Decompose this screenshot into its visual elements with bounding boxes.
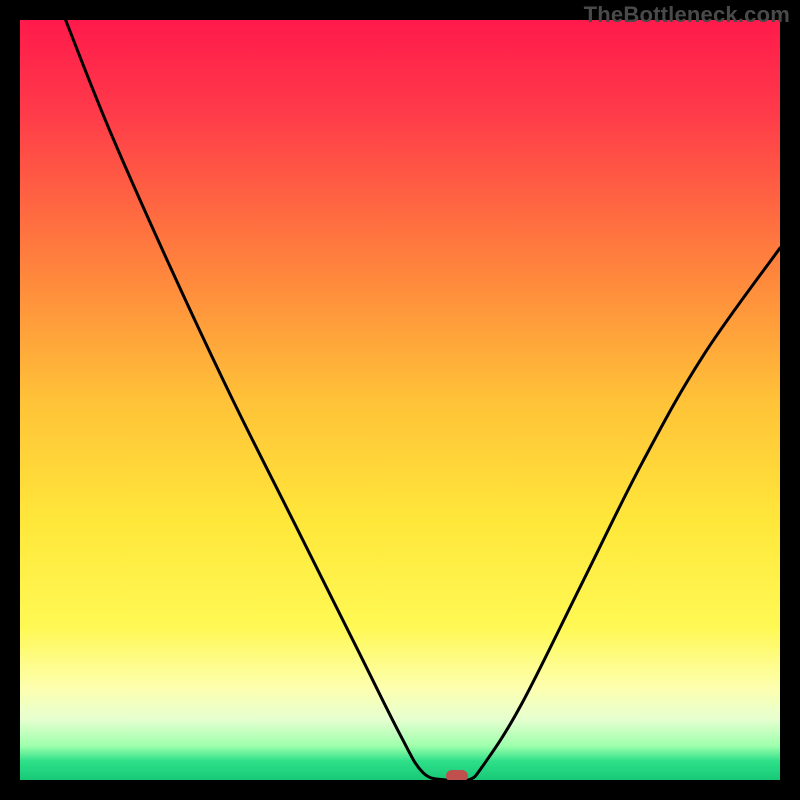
plot-area (20, 20, 780, 780)
chart-frame: TheBottleneck.com (0, 0, 800, 800)
bottleneck-curve (20, 20, 780, 780)
watermark-text: TheBottleneck.com (584, 2, 790, 28)
optimum-marker (446, 770, 468, 780)
